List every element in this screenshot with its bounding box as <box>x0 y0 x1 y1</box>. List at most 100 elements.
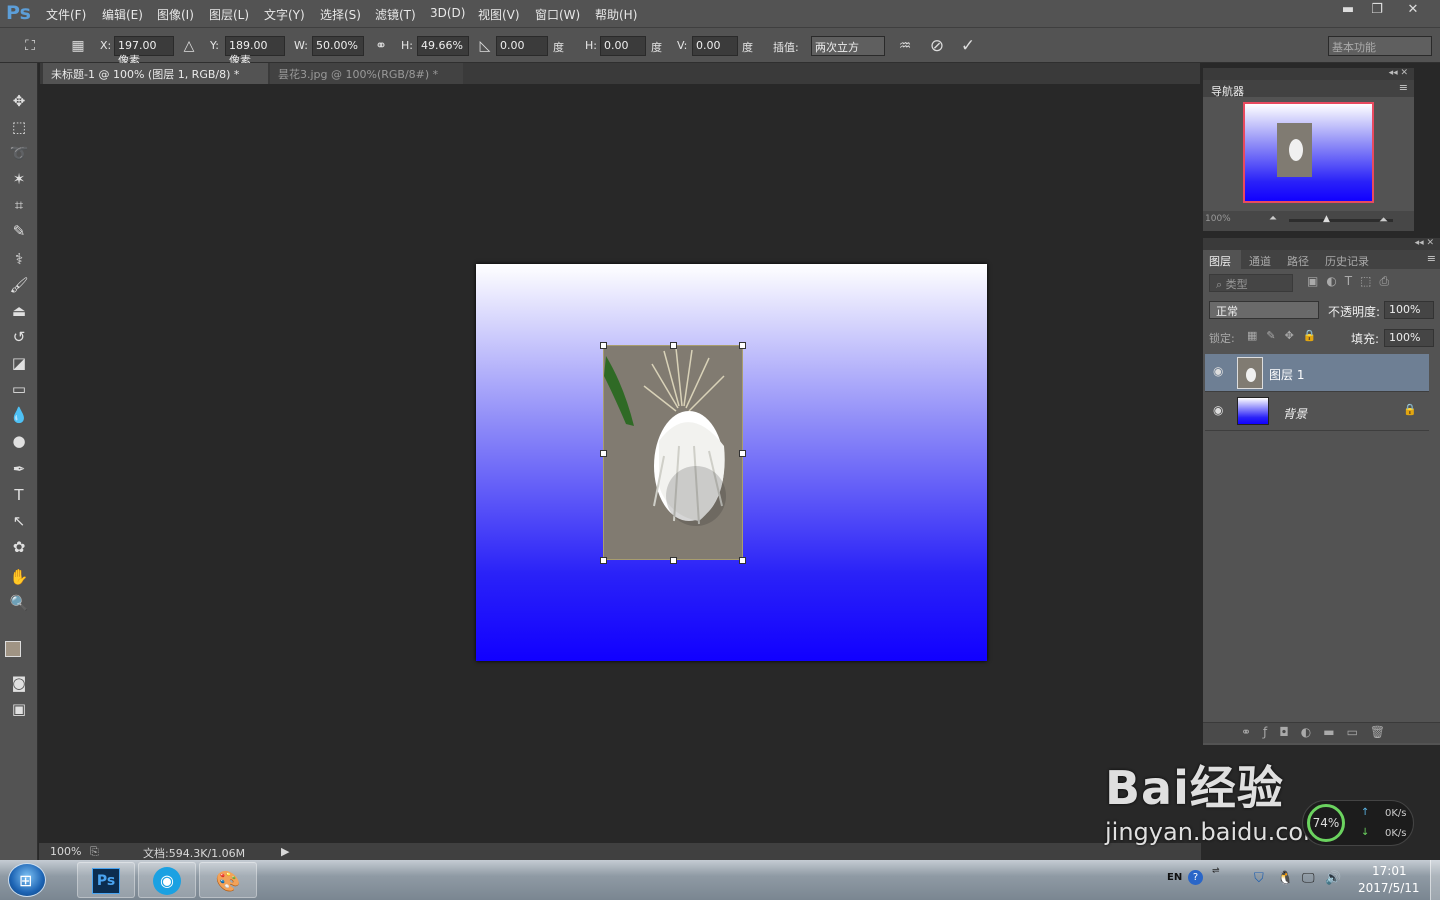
filter-icons[interactable]: ▣◐T⬚⎙ <box>1307 274 1397 289</box>
menu-help[interactable]: 帮助(H) <box>595 6 637 23</box>
width-field[interactable]: 50.00% <box>312 36 364 56</box>
move-tool-icon[interactable]: ✥ <box>6 89 32 113</box>
tab-channels[interactable]: 通道 <box>1249 253 1271 269</box>
menu-filter[interactable]: 滤镜(T) <box>375 6 416 23</box>
tab-tanhua[interactable]: 昙花3.jpg @ 100%(RGB/8#) * × <box>270 63 463 95</box>
restore-button[interactable]: ❐ <box>1362 0 1392 20</box>
eraser-tool-icon[interactable]: ◪ <box>6 351 32 375</box>
zoom-level[interactable]: 100% <box>50 845 81 858</box>
taskbar-browser[interactable]: ◉ <box>138 862 196 898</box>
menu-select[interactable]: 选择(S) <box>320 6 361 23</box>
transform-handle-bc[interactable] <box>670 557 677 564</box>
start-button[interactable]: ⊞ <box>8 863 46 897</box>
opacity-field[interactable]: 100% <box>1384 301 1434 319</box>
security-shield-icon[interactable]: ⛉ <box>1254 871 1264 886</box>
layer-name[interactable]: 背景 <box>1283 405 1307 422</box>
fill-field[interactable]: 100% <box>1384 329 1434 347</box>
zoom-out-icon[interactable]: ⏶ <box>1269 213 1277 224</box>
brush-tool-icon[interactable]: 🖌 <box>6 273 32 297</box>
panel-menu-icon[interactable]: ≡ <box>1399 81 1408 94</box>
layer-name[interactable]: 图层 1 <box>1269 366 1304 383</box>
hskew-field[interactable]: 0.00 <box>600 36 646 56</box>
dodge-tool-icon[interactable]: ● <box>6 429 32 453</box>
eyedropper-icon[interactable]: ✎ <box>6 219 32 243</box>
flower-layer-image[interactable] <box>603 345 743 560</box>
clone-stamp-icon[interactable]: ⏏ <box>6 299 32 323</box>
warp-icon[interactable]: ♒ <box>895 36 915 56</box>
language-indicator[interactable]: EN <box>1167 872 1182 883</box>
clock-date[interactable]: 2017/5/11 <box>1358 881 1420 895</box>
transform-handle-ml[interactable] <box>600 450 607 457</box>
network-tray-icon[interactable]: 🖵 <box>1302 871 1315 886</box>
eye-icon[interactable]: ◉ <box>1213 364 1223 378</box>
qq-icon[interactable]: 🐧 <box>1277 871 1293 886</box>
path-select-icon[interactable]: ↖ <box>6 509 32 533</box>
transform-handle-tc[interactable] <box>670 342 677 349</box>
history-brush-icon[interactable]: ↺ <box>6 325 32 349</box>
export-icon[interactable]: ⎘ <box>90 845 99 859</box>
transform-handle-tl[interactable] <box>600 342 607 349</box>
menu-layer[interactable]: 图层(L) <box>209 6 249 23</box>
lock-icons[interactable]: ▦✎✥🔒 <box>1247 329 1326 342</box>
foreground-color-swatch[interactable] <box>5 641 21 657</box>
relative-position-icon[interactable]: △ <box>179 36 199 56</box>
close-window-button[interactable]: ✕ <box>1393 0 1433 20</box>
menu-view[interactable]: 视图(V) <box>478 6 520 23</box>
crop-tool-icon[interactable]: ⌗ <box>6 193 32 217</box>
cancel-transform-icon[interactable]: ⊘ <box>927 36 947 56</box>
taskbar-photoshop[interactable]: Ps <box>77 862 135 898</box>
zoom-tool-icon[interactable]: 🔍 <box>6 591 32 615</box>
menu-3d[interactable]: 3D(D) <box>430 6 465 20</box>
pen-tool-icon[interactable]: ✒ <box>6 457 32 481</box>
zoom-slider-thumb-icon[interactable]: ▲ <box>1323 214 1330 224</box>
clock-time[interactable]: 17:01 <box>1372 864 1407 878</box>
minimize-button[interactable]: ▬ <box>1333 0 1363 20</box>
taskbar-paint[interactable]: 🎨 <box>199 862 257 898</box>
help-icon[interactable]: ? <box>1188 870 1203 885</box>
gradient-tool-icon[interactable]: ▭ <box>6 377 32 401</box>
layers-footer-icons[interactable]: ⚭ƒ◘◐▬▭🗑 <box>1203 722 1440 743</box>
volume-icon[interactable]: 🔊 <box>1325 871 1341 886</box>
menu-edit[interactable]: 编辑(E) <box>102 6 143 23</box>
tab-paths[interactable]: 路径 <box>1287 253 1309 269</box>
blur-tool-icon[interactable]: 💧 <box>6 403 32 427</box>
eye-icon[interactable]: ◉ <box>1213 403 1223 417</box>
navigator-zoom[interactable]: 100% <box>1205 214 1231 224</box>
hand-tool-icon[interactable]: ✋ <box>6 565 32 589</box>
transform-handle-tr[interactable] <box>739 342 746 349</box>
height-field[interactable]: 49.66% <box>417 36 469 56</box>
type-tool-icon[interactable]: T <box>6 483 32 507</box>
reference-point-icon[interactable]: ▦ <box>68 36 88 56</box>
layer-row-layer1[interactable]: ◉ 图层 1 <box>1205 354 1429 392</box>
panel-menu-icon[interactable]: ≡ <box>1427 252 1436 265</box>
layer-row-background[interactable]: ◉ 背景 🔒 <box>1205 393 1429 431</box>
layer-filter-select[interactable]: ⌕ 类型 <box>1209 274 1293 292</box>
magic-wand-icon[interactable]: ✶ <box>6 167 32 191</box>
navigator-tab[interactable]: 导航器 <box>1211 83 1244 99</box>
ime-options-icon[interactable]: ⇌ <box>1212 866 1220 876</box>
panel-collapse-icon[interactable]: ◂◂ ✕ <box>1203 68 1414 80</box>
transform-handle-br[interactable] <box>739 557 746 564</box>
link-icon[interactable]: ⚭ <box>371 36 391 56</box>
commit-transform-icon[interactable]: ✓ <box>958 36 978 56</box>
x-field[interactable]: 197.00 像素 <box>114 36 174 67</box>
show-desktop-button[interactable] <box>1430 860 1440 900</box>
zoom-slider[interactable] <box>1289 219 1393 222</box>
angle-field[interactable]: 0.00 <box>496 36 548 56</box>
tab-untitled-1[interactable]: 未标题-1 @ 100% (图层 1, RGB/8) * × <box>43 63 268 95</box>
blend-mode-select[interactable]: 正常 <box>1209 301 1319 319</box>
healing-brush-icon[interactable]: ⚕ <box>6 247 32 271</box>
tab-layers[interactable]: 图层 <box>1203 250 1241 269</box>
lasso-tool-icon[interactable]: ➰ <box>6 141 32 165</box>
menu-window[interactable]: 窗口(W) <box>535 6 580 23</box>
menu-type[interactable]: 文字(Y) <box>264 6 305 23</box>
transform-handle-mr[interactable] <box>739 450 746 457</box>
navigator-preview[interactable] <box>1243 102 1374 203</box>
marquee-tool-icon[interactable]: ⬚ <box>6 115 32 139</box>
quick-mask-icon[interactable]: ◙ <box>6 671 32 695</box>
shape-tool-icon[interactable]: ✿ <box>6 535 32 559</box>
transform-handle-bl[interactable] <box>600 557 607 564</box>
workspace-select[interactable]: 基本功能 <box>1328 36 1432 56</box>
interp-select[interactable]: 两次立方 <box>811 36 885 56</box>
status-menu-arrow-icon[interactable]: ▶ <box>281 845 289 858</box>
